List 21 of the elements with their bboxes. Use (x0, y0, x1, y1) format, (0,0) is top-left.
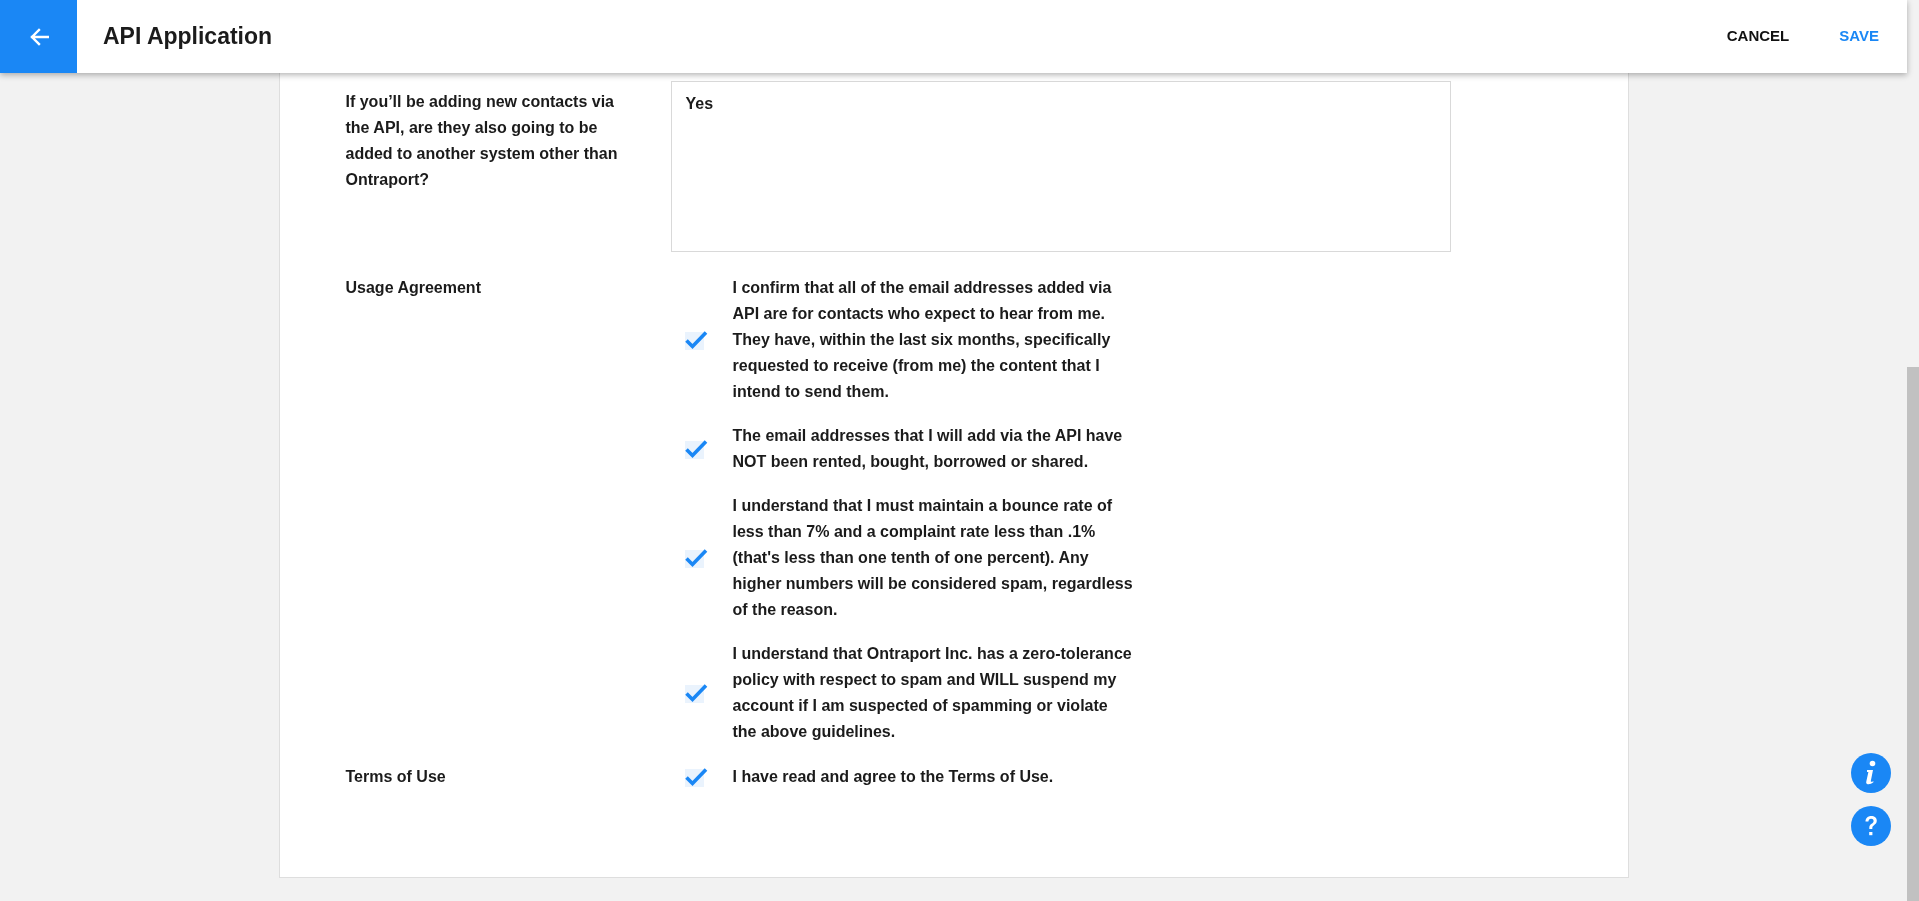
field-label: Terms of Use (345, 767, 447, 787)
checked-checkbox-icon[interactable] (683, 682, 708, 704)
checked-checkbox-icon[interactable] (683, 547, 708, 569)
field-label: Usage Agreement (345, 278, 482, 298)
checked-checkbox-icon[interactable] (683, 766, 708, 788)
info-icon[interactable] (1851, 753, 1891, 793)
arrow-left-icon (28, 27, 49, 46)
agreement-text: I have read and agree to the Terms of Use. (732, 767, 1055, 787)
agreement-text: I understand that I must maintain a bounce rate of less than 7% and a complaint rate less than .1% (that's less than one tenth of one percent). Any higher numbers will be considered spam, regardless of the reason. (732, 496, 1134, 620)
field-label: If you’ll be adding new contacts via the API, are they also going to be added to another system other than Ontraport? (345, 92, 619, 190)
header-action-button[interactable]: CANCEL (1726, 25, 1790, 48)
checked-checkbox-icon[interactable] (683, 329, 708, 351)
help-icon[interactable] (1851, 806, 1891, 846)
agreement-text: The email addresses that I will add via the API have NOT been rented, bought, borrowed or shared. (732, 426, 1124, 472)
header-action-button[interactable]: SAVE (1839, 25, 1879, 48)
scrollbar-thumb[interactable] (1907, 367, 1919, 901)
page-title: API Application (103, 22, 273, 52)
text-area-field[interactable]: Yes (670, 81, 1451, 252)
agreement-text: I confirm that all of the email addresses added via API are for contacts who expect to hear from me. They have, within the last six months, specifically requested to receive (from me) the content that I intend to send them. (732, 278, 1113, 402)
agreement-text: I understand that Ontraport Inc. has a zero-tolerance policy with respect to spam and WILL suspend my account if I am suspected of spamming or violate the above guidelines. (732, 644, 1133, 742)
checked-checkbox-icon[interactable] (683, 438, 708, 460)
